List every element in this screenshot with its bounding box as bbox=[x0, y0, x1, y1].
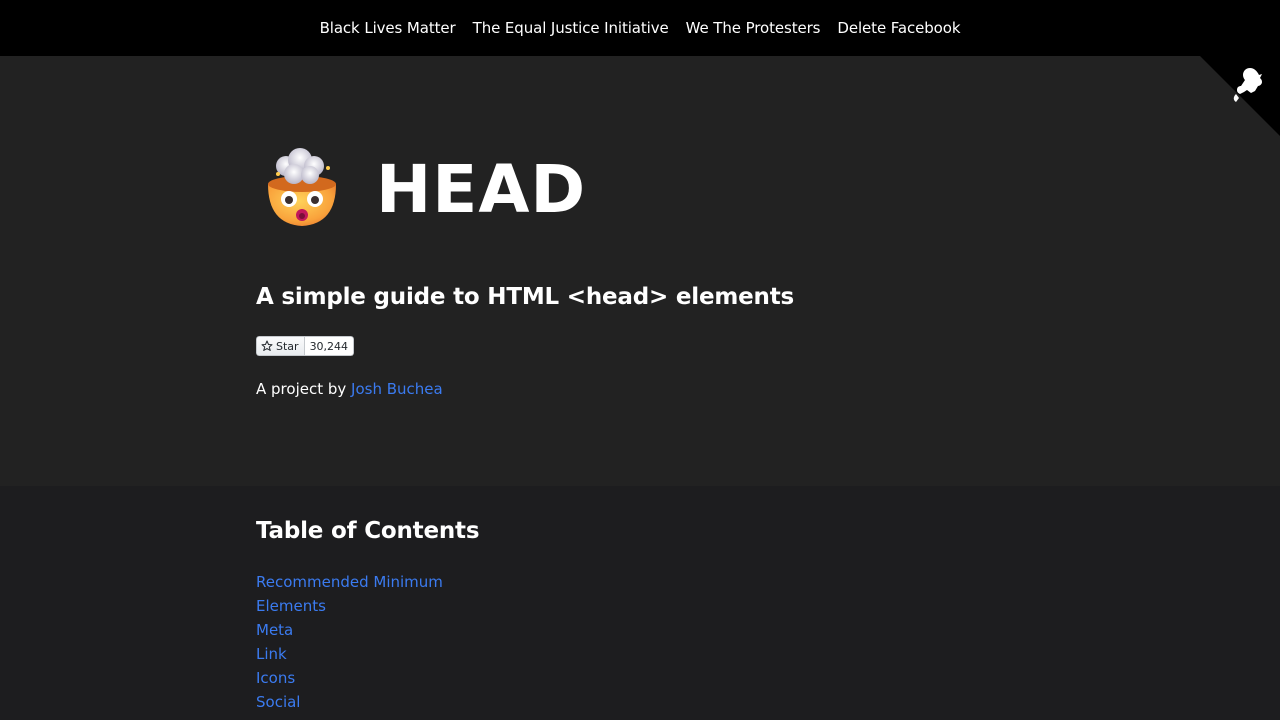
toc-link-link[interactable]: Link bbox=[256, 645, 287, 663]
star-icon bbox=[261, 340, 273, 351]
author-link[interactable]: Josh Buchea bbox=[351, 380, 443, 398]
toc-link-social[interactable]: Social bbox=[256, 693, 300, 711]
logo-row: HEAD bbox=[256, 144, 586, 236]
site-title: HEAD bbox=[376, 151, 587, 228]
star-button-label: Star bbox=[276, 339, 299, 353]
exploding-head-icon bbox=[256, 144, 348, 236]
tagline: A simple guide to HTML <head> elements bbox=[256, 284, 794, 310]
toc-link-meta[interactable]: Meta bbox=[256, 621, 293, 639]
byline-prefix: A project by bbox=[256, 380, 352, 398]
toc-link-icons[interactable]: Icons bbox=[256, 669, 295, 687]
toc-link-recommended-minimum[interactable]: Recommended Minimum bbox=[256, 573, 443, 591]
toc-item: Elements bbox=[256, 595, 443, 619]
github-corner-link[interactable] bbox=[1200, 56, 1280, 136]
toc-list: Recommended Minimum Elements Meta Link I… bbox=[256, 571, 443, 715]
toc-item: Icons bbox=[256, 667, 443, 691]
toc-link-elements[interactable]: Elements bbox=[256, 597, 326, 615]
nav-link-we-the-protesters[interactable]: We The Protesters bbox=[686, 19, 821, 37]
top-nav: Black Lives Matter The Equal Justice Ini… bbox=[0, 0, 1280, 56]
nav-link-black-lives-matter[interactable]: Black Lives Matter bbox=[320, 19, 456, 37]
toc-heading: Table of Contents bbox=[256, 518, 480, 544]
star-button[interactable]: Star bbox=[256, 336, 305, 356]
toc-item: Link bbox=[256, 643, 443, 667]
hero-section: HEAD A simple guide to HTML <head> eleme… bbox=[0, 56, 1280, 486]
toc-item: Meta bbox=[256, 619, 443, 643]
byline: A project by Josh Buchea bbox=[256, 380, 443, 398]
nav-link-delete-facebook[interactable]: Delete Facebook bbox=[837, 19, 960, 37]
nav-link-equal-justice-initiative[interactable]: The Equal Justice Initiative bbox=[473, 19, 669, 37]
github-star-widget: Star 30,244 bbox=[256, 336, 355, 356]
toc-item: Social bbox=[256, 691, 443, 715]
toc-item: Recommended Minimum bbox=[256, 571, 443, 595]
star-count[interactable]: 30,244 bbox=[304, 336, 355, 356]
